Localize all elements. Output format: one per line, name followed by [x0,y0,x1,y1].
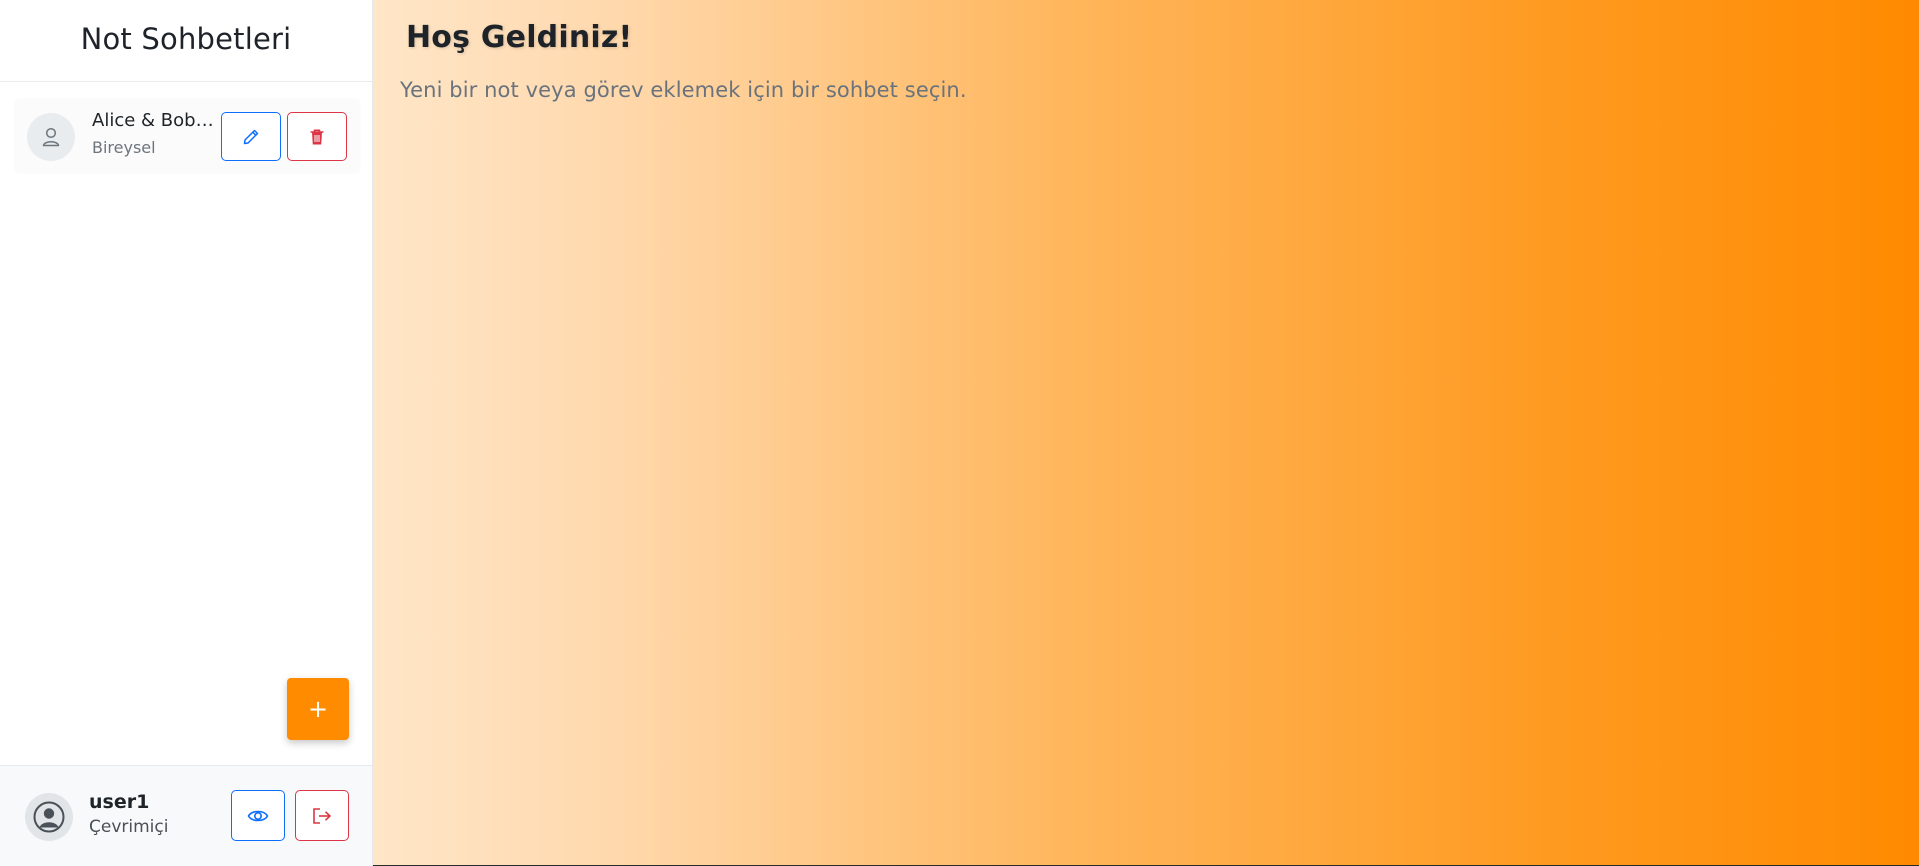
eye-icon [247,810,269,821]
logout-button[interactable] [295,790,349,841]
user-circle-icon [33,801,65,833]
welcome-title: Hoş Geldiniz! [406,20,633,55]
main-content: Hoş Geldiniz! Yeni bir not veya görev ek… [373,0,1919,866]
plus-icon: + [307,695,329,723]
user-avatar [25,793,73,841]
trash-icon [310,128,324,144]
sidebar-header: Not Sohbetleri [0,0,372,82]
welcome-subtitle: Yeni bir not veya görev eklemek için bir… [400,78,967,102]
user-status: Çevrimiçi [89,817,169,837]
view-button[interactable] [231,790,285,841]
app-root: Not Sohbetleri Alice & Bob ... Bireysel [0,0,1919,866]
chat-avatar [27,113,75,161]
add-chat-button[interactable]: + [287,678,349,740]
sidebar: Not Sohbetleri Alice & Bob ... Bireysel [0,0,373,866]
user-name: user1 [89,791,150,813]
chat-list-item[interactable]: Alice & Bob ... Bireysel [14,98,361,174]
edit-chat-button[interactable] [221,112,281,161]
chat-name: Alice & Bob ... [92,110,214,131]
logout-icon [313,807,331,824]
sidebar-footer: user1 Çevrimiçi [0,765,372,866]
sidebar-title: Not Sohbetleri [80,21,292,56]
user-icon [42,127,60,147]
delete-chat-button[interactable] [287,112,347,161]
chat-type: Bireysel [92,138,156,157]
chat-list: Alice & Bob ... Bireysel [14,98,361,174]
pencil-icon [243,129,259,144]
